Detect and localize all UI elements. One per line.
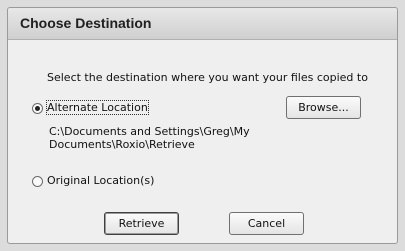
original-location-radio[interactable] — [32, 176, 43, 187]
alternate-location-radio[interactable] — [32, 103, 43, 114]
destination-path-line1: C:\Documents and Settings\Greg\My — [49, 125, 250, 138]
title-bar: Choose Destination — [8, 8, 397, 40]
browse-button[interactable]: Browse... — [286, 96, 361, 119]
radio-selected-dot — [35, 106, 40, 111]
original-location-label[interactable]: Original Location(s) — [47, 174, 154, 187]
dialog-title: Choose Destination — [20, 15, 152, 31]
instruction-text: Select the destination where you want yo… — [47, 71, 368, 84]
retrieve-button[interactable]: Retrieve — [104, 212, 179, 235]
destination-path-line2: Documents\Roxio\Retrieve — [49, 138, 195, 151]
alternate-location-label[interactable]: Alternate Location — [46, 100, 149, 115]
cancel-button[interactable]: Cancel — [229, 212, 304, 235]
choose-destination-dialog: Choose Destination Select the destinatio… — [7, 7, 398, 244]
